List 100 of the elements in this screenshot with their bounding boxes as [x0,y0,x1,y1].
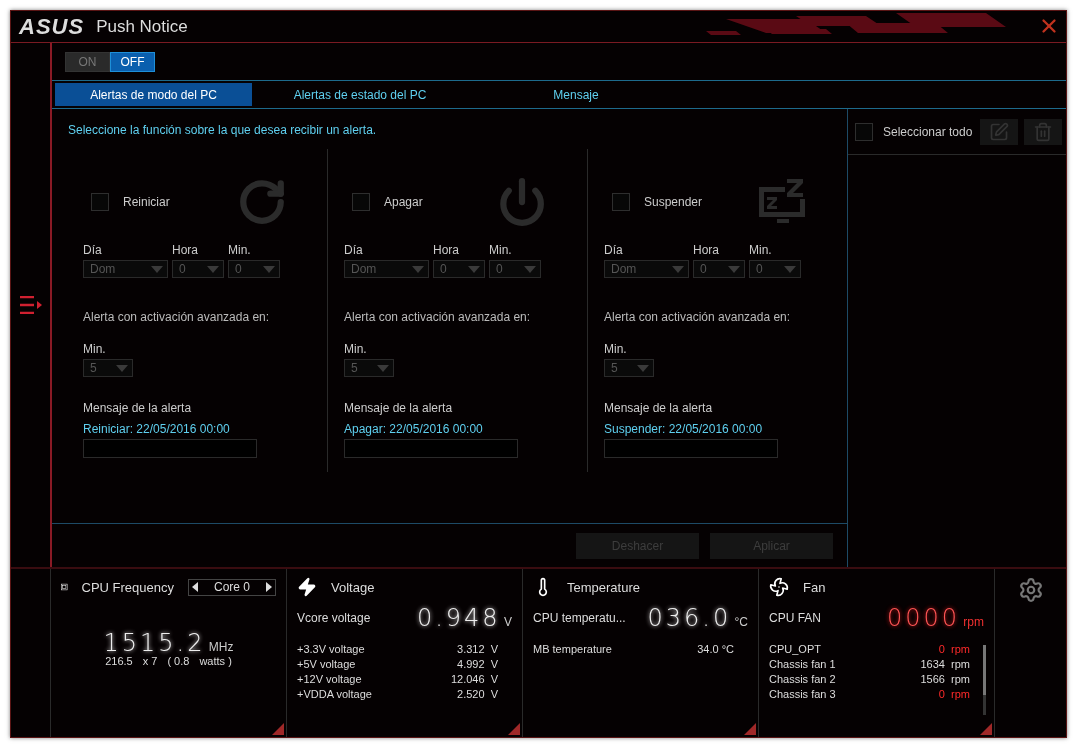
sensor-label: Chassis fan 1 [769,658,836,670]
day-select[interactable]: Dom [604,260,689,278]
sensor-label: +3.3V voltage [297,643,365,655]
tab[interactable]: Alertas de modo del PC [55,83,252,106]
minute-select[interactable]: 0 [749,260,801,278]
caret-icon [637,364,649,372]
caret-icon [412,265,424,273]
sensor-value: 34.0 °C [697,643,734,655]
lightning-icon [297,577,317,597]
corner-triangle[interactable] [980,723,992,735]
sensor-label: +5V voltage [297,658,356,670]
sensor-label: CPU_OPT [769,643,821,655]
minute-label: Min. [749,243,773,257]
advance-label: Alerta con activación avanzada en: [604,310,792,324]
delete-button[interactable] [1024,118,1063,145]
menu-icon[interactable] [19,296,42,314]
unit-label: °C [733,615,748,629]
next-icon[interactable] [266,582,272,592]
caret-icon [263,265,275,273]
sensor-reading: 0000 [886,604,960,632]
advance-minute-select[interactable]: 5 [604,359,654,377]
select-all-label: Seleccionar todo [883,124,973,139]
caret-icon [377,364,389,372]
core-selector[interactable]: Core 0 [188,578,276,596]
message-label: Mensaje de la alerta [604,401,714,415]
advance-minute-select[interactable]: 5 [344,359,394,377]
sensor-value: 12.046 V [450,673,498,685]
advance-label: Alerta con activación avanzada en: [83,310,271,324]
sensor-value: 4.992 V [457,658,498,670]
advance-label: Alerta con activación avanzada en: [344,310,532,324]
sensor-value: 2.520 V [457,688,498,700]
sensor-label: MB temperature [533,643,612,655]
day-select[interactable]: Dom [344,260,429,278]
sensor-label: +12V voltage [297,673,362,685]
mode-label: Reiniciar [123,195,170,209]
hour-select[interactable]: 0 [172,260,224,278]
alert-message: Apagar: 22/05/2016 00:00 [344,422,484,436]
caret-icon [784,265,796,273]
sensor-label: Vcore voltage [297,611,371,625]
alert-message: Suspender: 22/05/2016 00:00 [604,422,764,436]
caret-icon [207,265,219,273]
minute-label: Min. [83,342,107,356]
hour-label: Hora [172,243,199,257]
frequency-detail: ( 0.8 [167,655,190,667]
day-select[interactable]: Dom [83,260,168,278]
minute-select[interactable]: 0 [489,260,541,278]
message-label: Mensaje de la alerta [83,401,193,415]
mode-label: Suspender [644,195,703,209]
alert-message: Reiniciar: 22/05/2016 00:00 [83,422,231,436]
hour-select[interactable]: 0 [693,260,745,278]
mode-label: Apagar [384,195,423,209]
caret-icon [151,265,163,273]
frequency-detail: x 7 [142,655,158,667]
checkbox[interactable] [612,193,630,211]
checkbox[interactable] [91,193,109,211]
message-field[interactable] [83,439,257,458]
minute-label: Min. [604,342,628,356]
hour-label: Hora [693,243,720,257]
tab[interactable]: Alertas de estado del PC [252,83,468,106]
tab[interactable]: Mensaje [468,83,684,106]
scroll-bar[interactable] [983,645,986,715]
unit-label: rpm [962,615,984,629]
panel-title: CPU Frequency [81,579,174,595]
checkbox[interactable] [352,193,370,211]
sensor-reading: 036.0 [647,604,732,632]
corner-triangle[interactable] [272,723,284,735]
minute-label: Min. [489,243,513,257]
day-label: Día [83,243,103,257]
advance-minute-select[interactable]: 5 [83,359,133,377]
edit-icon [989,121,1010,142]
checkbox[interactable] [855,122,873,141]
unit-label: MHz [208,640,234,654]
toggle-option[interactable]: OFF [110,51,155,72]
message-field[interactable] [344,439,518,458]
minute-label: Min. [344,342,368,356]
toggle-option[interactable]: ON [65,51,110,72]
sensor-value: 0 rpm [938,688,970,700]
sensor-label: CPU FAN [769,611,821,625]
edit-button[interactable] [980,118,1019,145]
trash-icon [1033,121,1054,142]
sensor-value: 1566 rpm [920,673,970,685]
message-field[interactable] [604,439,778,458]
minute-select[interactable]: 0 [228,260,280,278]
corner-triangle[interactable] [744,723,756,735]
caret-icon [116,364,128,372]
message-label: Mensaje de la alerta [344,401,454,415]
frequency-detail: watts ) [199,655,232,667]
previous-icon[interactable] [192,582,198,592]
restart-icon [237,177,287,227]
corner-triangle[interactable] [508,723,520,735]
panel-title: Voltage [331,579,375,595]
sensor-value: 3.312 V [457,643,498,655]
sensor-label: +VDDA voltage [297,688,372,700]
settings-icon[interactable] [1017,577,1044,603]
hour-select[interactable]: 0 [433,260,485,278]
sensor-reading: 0.948 [416,604,501,632]
sensor-value: 1634 rpm [920,658,970,670]
caret-icon [468,265,480,273]
caret-icon [524,265,536,273]
fan-icon [769,577,789,597]
